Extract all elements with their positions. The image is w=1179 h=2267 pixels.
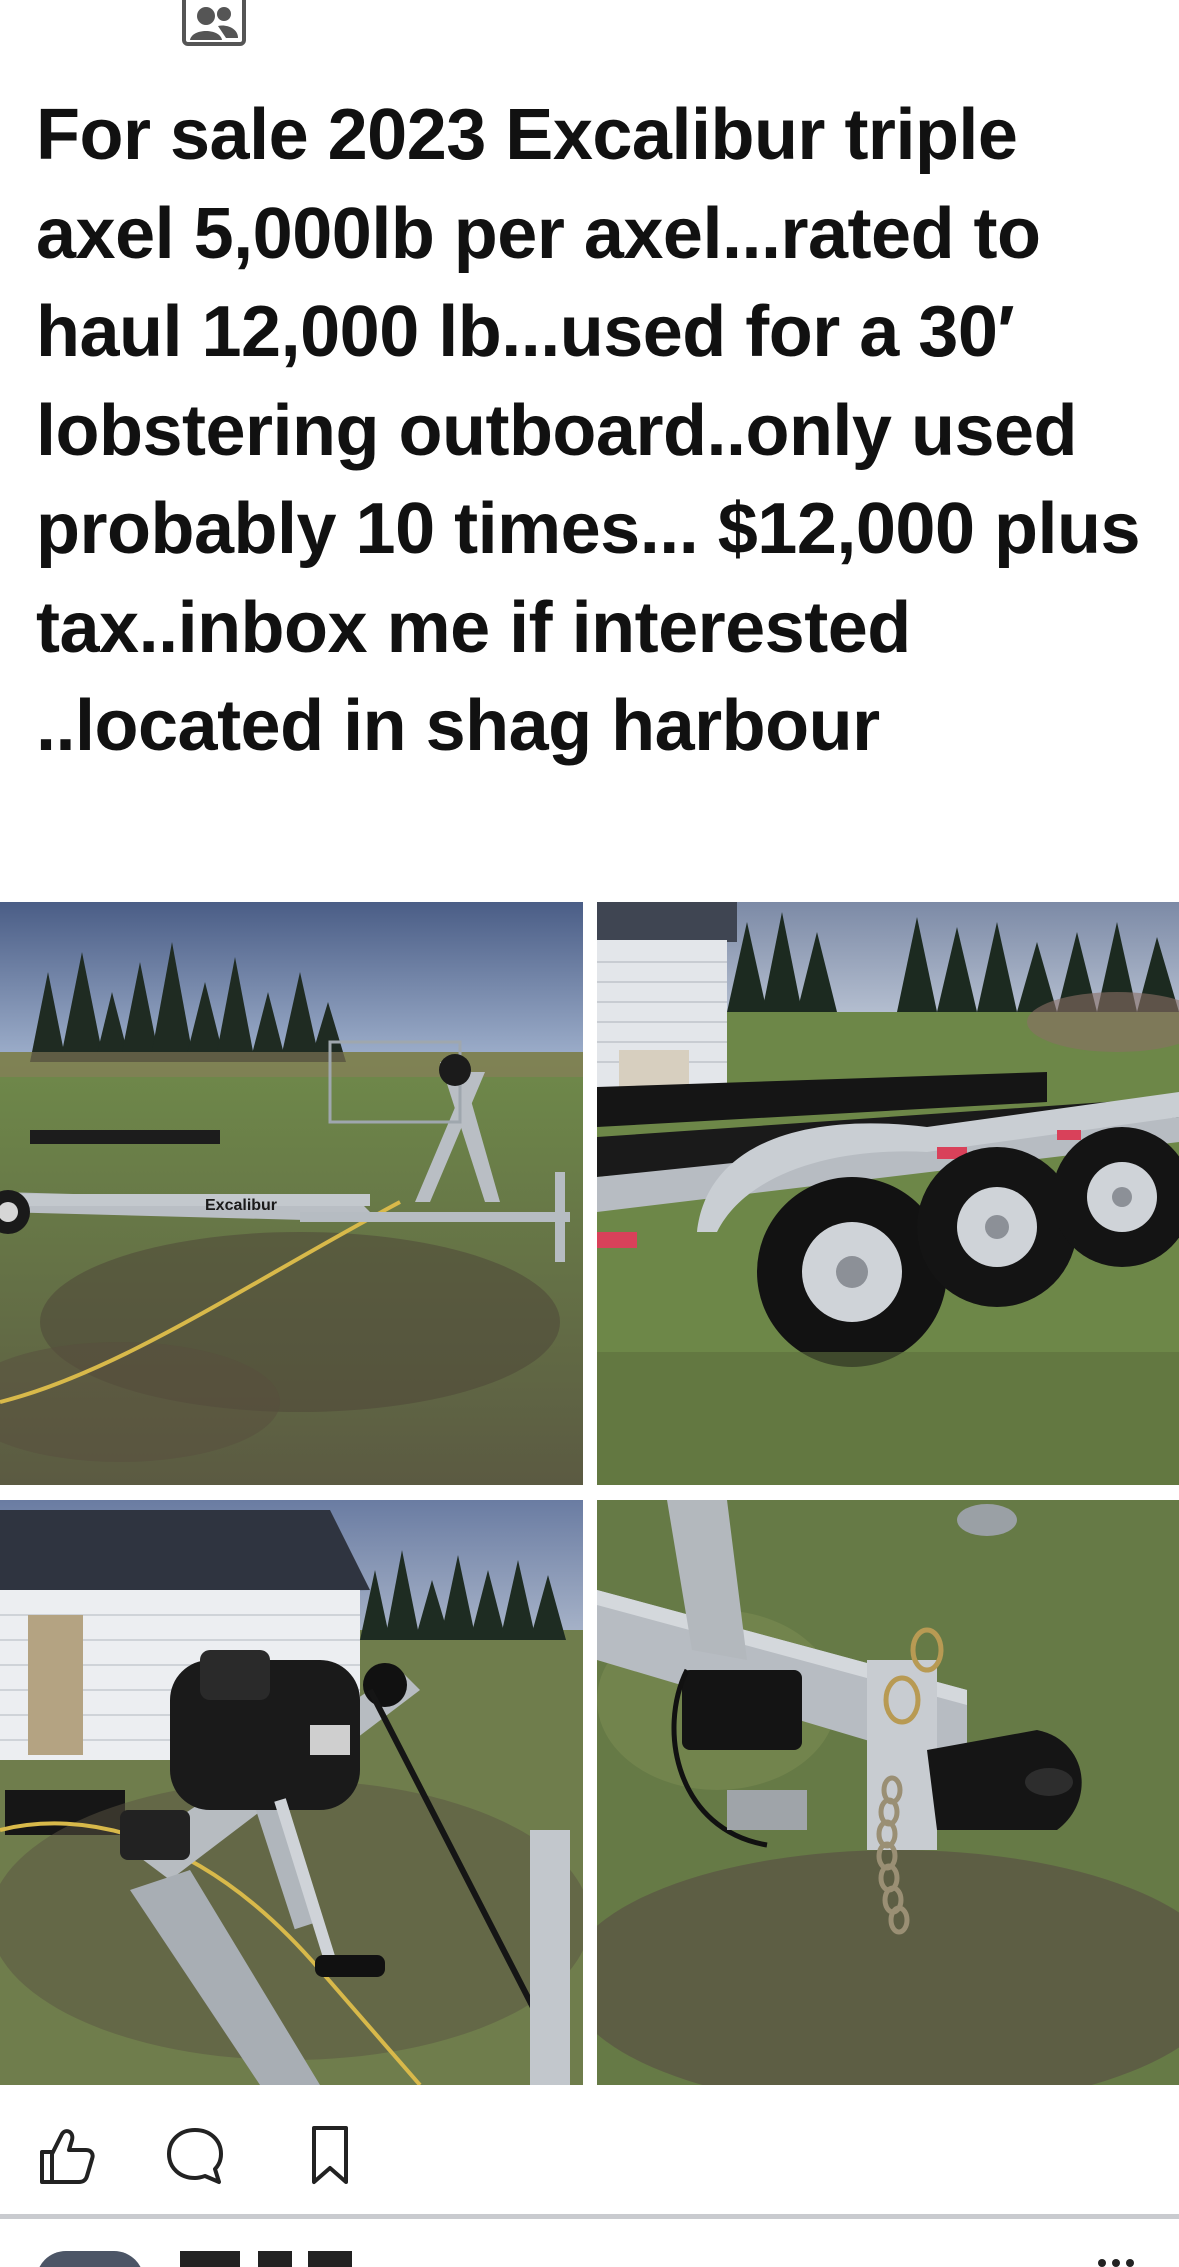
trailer-brand-label: Excalibur [205,1197,277,1214]
group-members-icon [182,0,246,48]
thumbs-up-icon [40,2129,95,2184]
save-button[interactable] [295,2120,365,2190]
comment-bubble-icon [167,2128,223,2184]
post-text: For sale 2023 Excalibur triple axel 5,00… [36,95,1141,766]
photo-grid: Excalibur [0,902,1179,2085]
photo-winch[interactable] [0,1500,583,2085]
post-actions-bar [0,2090,1179,2210]
comment-button[interactable] [160,2120,230,2190]
photo-hitch-coupler[interactable] [597,1500,1179,2085]
like-button[interactable] [30,2120,100,2190]
author-name[interactable] [180,2245,380,2267]
bookmark-icon [312,2126,348,2184]
photo-trailer-side[interactable]: Excalibur [0,902,583,1485]
more-options-icon[interactable] [1096,2249,1136,2267]
photo-triple-axle-wheels[interactable] [597,902,1179,1485]
avatar[interactable] [36,2251,144,2267]
next-post-header [0,2219,1179,2267]
